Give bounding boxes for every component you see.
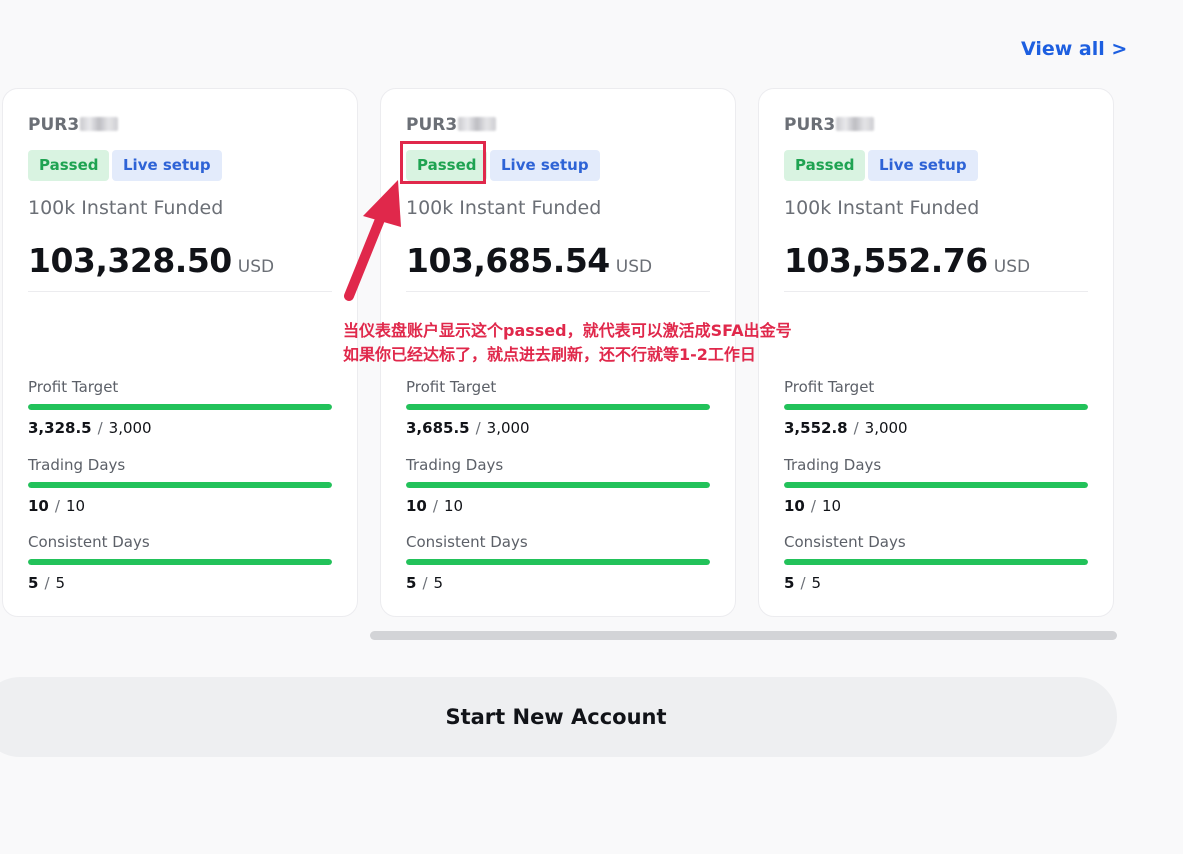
metric-consistent-days: Consistent Days 5/5: [406, 533, 710, 592]
metric-profit-target: Profit Target 3,552.8/3,000: [784, 378, 1088, 437]
account-card[interactable]: PUR3 Passed Live setup 100k Instant Fund…: [758, 88, 1114, 617]
divider: [28, 291, 332, 292]
progress-fill: [784, 559, 1088, 565]
balance: 103,552.76 USD: [784, 241, 1030, 280]
plan-name: 100k Instant Funded: [784, 197, 980, 219]
metric-label: Consistent Days: [406, 533, 528, 551]
annotation-highlight-box: [400, 141, 486, 184]
metric-consistent-days: Consistent Days 5/5: [28, 533, 332, 592]
progress-fill: [28, 482, 332, 488]
metric-value: 10/10: [28, 497, 86, 515]
progress-bar: [406, 559, 710, 565]
redacted-id: [836, 117, 875, 131]
progress-bar: [784, 559, 1088, 565]
plan-name: 100k Instant Funded: [28, 197, 224, 219]
balance-amount: 103,685.54: [406, 241, 610, 280]
status-badge-live-setup: Live setup: [868, 150, 978, 181]
account-id: PUR3: [406, 115, 497, 135]
account-id: PUR3: [784, 115, 875, 135]
metric-value: 3,328.5/3,000: [28, 419, 152, 437]
progress-fill: [406, 482, 710, 488]
redacted-id: [458, 117, 497, 131]
metric-trading-days: Trading Days 10/10: [28, 456, 332, 515]
balance-currency: USD: [615, 257, 653, 277]
horizontal-scrollbar[interactable]: [370, 631, 1117, 640]
balance: 103,685.54 USD: [406, 241, 652, 280]
progress-fill: [28, 404, 332, 410]
metric-value: 5/5: [784, 574, 822, 592]
divider: [784, 291, 1088, 292]
progress-bar: [784, 404, 1088, 410]
start-new-account-label: Start New Account: [445, 705, 667, 729]
progress-bar: [28, 559, 332, 565]
balance-amount: 103,328.50: [28, 241, 232, 280]
account-card[interactable]: PUR3 Passed Live setup 100k Instant Fund…: [2, 88, 358, 617]
annotation-line-1: 当仪表盘账户显示这个passed，就代表可以激活成SFA出金号: [343, 321, 792, 340]
progress-fill: [28, 559, 332, 565]
metric-consistent-days: Consistent Days 5/5: [784, 533, 1088, 592]
metric-label: Consistent Days: [28, 533, 150, 551]
metric-trading-days: Trading Days 10/10: [406, 456, 710, 515]
metric-label: Consistent Days: [784, 533, 906, 551]
progress-bar: [28, 404, 332, 410]
redacted-id: [80, 117, 119, 131]
balance-currency: USD: [993, 257, 1031, 277]
account-id: PUR3: [28, 115, 119, 135]
status-badge-live-setup: Live setup: [490, 150, 600, 181]
view-all-link[interactable]: View all >: [1021, 38, 1127, 60]
metric-value: 3,552.8/3,000: [784, 419, 908, 437]
metric-value: 3,685.5/3,000: [406, 419, 530, 437]
status-badge-passed: Passed: [784, 150, 866, 181]
start-new-account-button[interactable]: Start New Account: [0, 677, 1117, 757]
balance: 103,328.50 USD: [28, 241, 274, 280]
annotation-line-2: 如果你已经达标了，就点进去刷新，还不行就等1-2工作日: [343, 345, 756, 364]
metric-value: 10/10: [406, 497, 464, 515]
metric-profit-target: Profit Target 3,328.5/3,000: [28, 378, 332, 437]
metric-label: Trading Days: [784, 456, 882, 474]
progress-fill: [784, 482, 1088, 488]
progress-fill: [406, 404, 710, 410]
metric-label: Trading Days: [28, 456, 126, 474]
progress-bar: [406, 482, 710, 488]
annotation-text: 当仪表盘账户显示这个passed，就代表可以激活成SFA出金号 如果你已经达标了…: [343, 319, 792, 367]
status-badge-passed: Passed: [28, 150, 110, 181]
metric-value: 5/5: [406, 574, 444, 592]
metric-profit-target: Profit Target 3,685.5/3,000: [406, 378, 710, 437]
progress-fill: [784, 404, 1088, 410]
status-badge-live-setup: Live setup: [112, 150, 222, 181]
metric-value: 10/10: [784, 497, 842, 515]
balance-amount: 103,552.76: [784, 241, 988, 280]
plan-name: 100k Instant Funded: [406, 197, 602, 219]
metric-label: Profit Target: [28, 378, 119, 396]
progress-bar: [784, 482, 1088, 488]
metric-trading-days: Trading Days 10/10: [784, 456, 1088, 515]
metric-value: 5/5: [28, 574, 66, 592]
metric-label: Profit Target: [784, 378, 875, 396]
divider: [406, 291, 710, 292]
metric-label: Profit Target: [406, 378, 497, 396]
progress-bar: [406, 404, 710, 410]
progress-bar: [28, 482, 332, 488]
metric-label: Trading Days: [406, 456, 504, 474]
balance-currency: USD: [237, 257, 275, 277]
progress-fill: [406, 559, 710, 565]
